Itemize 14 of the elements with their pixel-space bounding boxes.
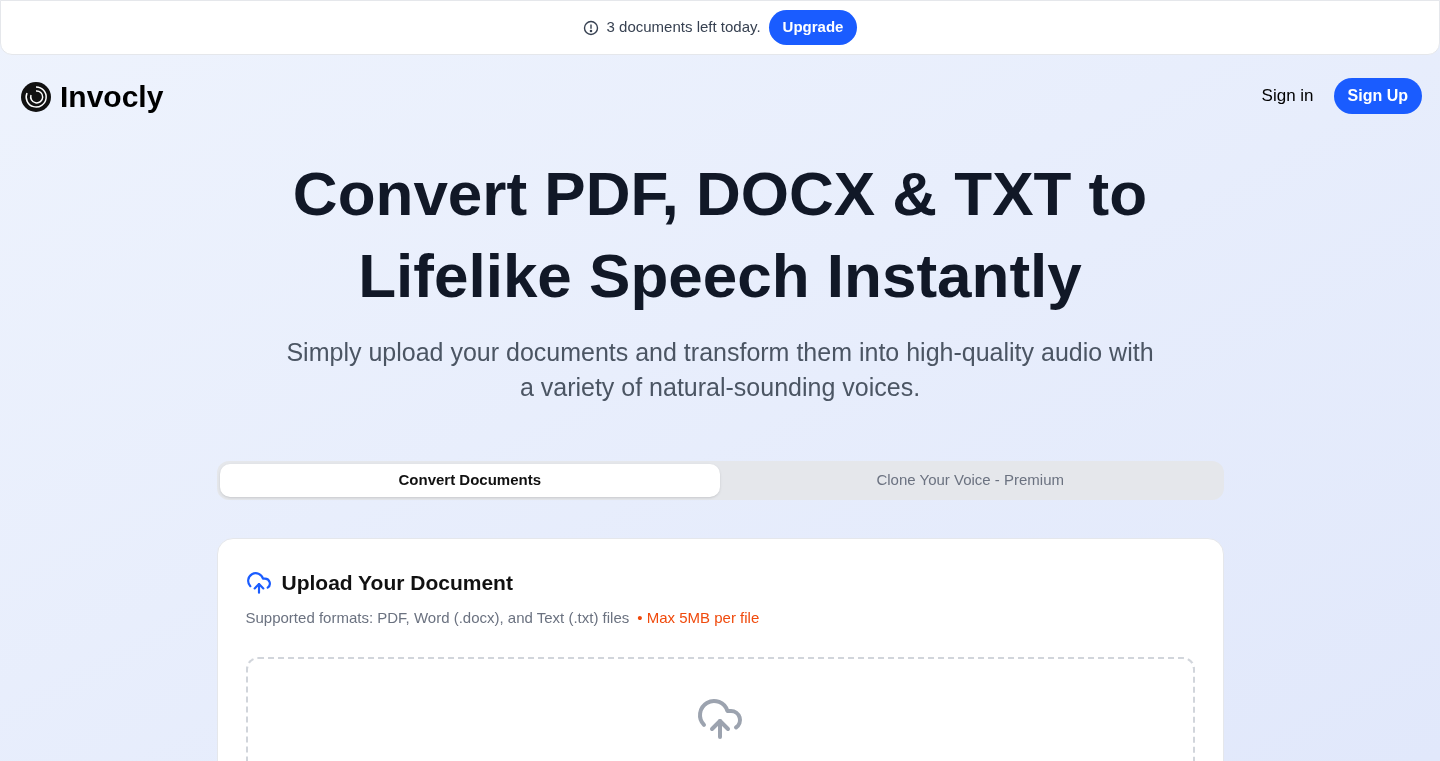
size-limit-text: • Max 5MB per file	[637, 607, 760, 628]
brand-name: Invocly	[60, 78, 164, 115]
tab[interactable]: Clone Your Voice - Premium	[720, 464, 1221, 497]
hero-title: Convert PDF, DOCX & TXT to Lifelike Speech Instantly	[291, 158, 1149, 312]
info-icon	[582, 19, 599, 36]
sign-in-link[interactable]: Sign in	[1261, 83, 1314, 109]
sign-up-button[interactable]: Sign Up	[1333, 78, 1422, 114]
banner-text: 3 documents left today.	[606, 17, 761, 38]
upgrade-button[interactable]: Upgrade	[768, 10, 858, 45]
upload-icon	[245, 569, 272, 596]
formats-text: Supported formats: PDF, Word (.docx), and Text (.txt) files	[245, 607, 630, 628]
hero-subtitle: Simply upload your documents and transform them into high-quality audio with a variety of natural-sounding voices.	[285, 337, 1155, 403]
tab[interactable]: Convert Documents	[219, 464, 720, 497]
card-title: Upload Your Document	[281, 570, 513, 596]
